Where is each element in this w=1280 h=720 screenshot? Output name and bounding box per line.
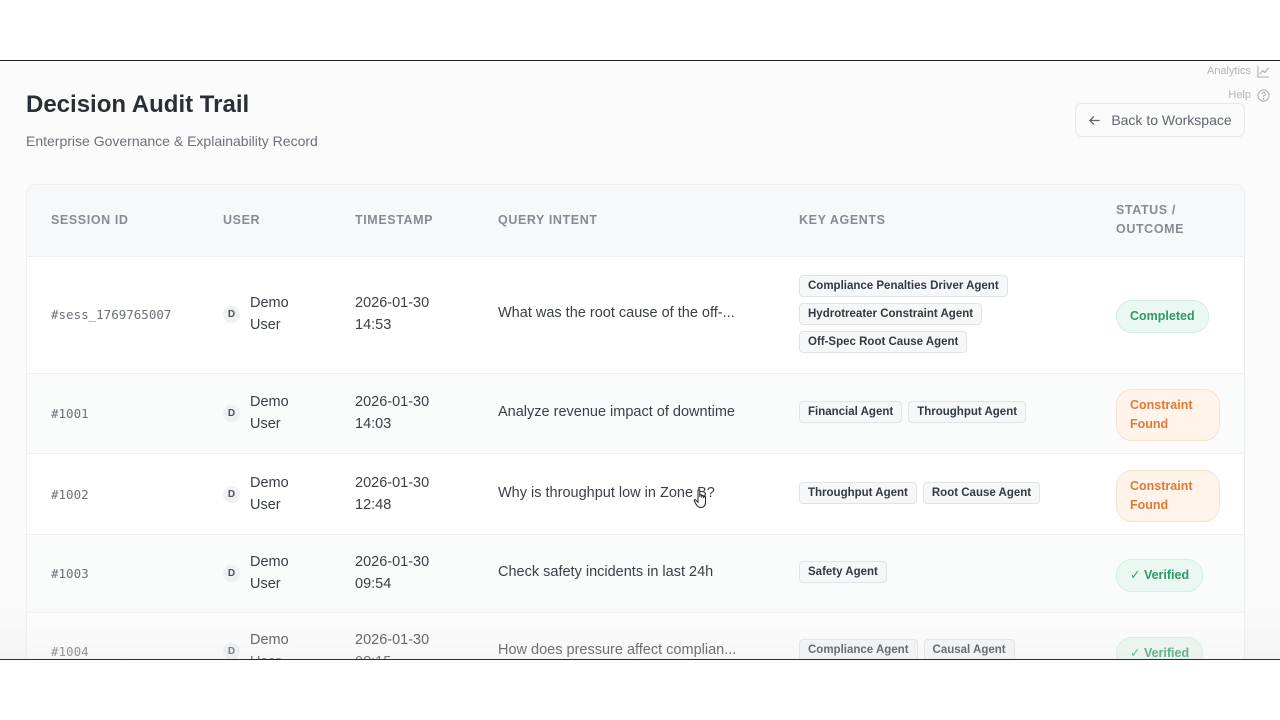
user-name: DemoUser xyxy=(250,554,289,592)
avatar: D xyxy=(223,305,240,323)
query-intent: Why is throughput low in Zone B? xyxy=(498,485,715,501)
agent-chip: Causal Agent xyxy=(923,639,1015,660)
agent-list: Throughput Agent Root Cause Agent xyxy=(799,482,1069,504)
agent-chip: Root Cause Agent xyxy=(922,482,1041,504)
session-id: #1001 xyxy=(51,406,89,421)
agent-list: Safety Agent xyxy=(799,561,1069,583)
user-name: DemoUser xyxy=(250,632,289,660)
table-row[interactable]: #1003 D Demo User 2026-01-30 09:54 Check s… xyxy=(27,535,1244,613)
help-circle-icon xyxy=(1257,88,1270,102)
status-badge: Completed xyxy=(1116,300,1209,333)
agent-list: Compliance Penalties Driver Agent Hydrot… xyxy=(799,275,1069,353)
avatar: D xyxy=(223,642,240,660)
hand-cursor-icon xyxy=(693,489,706,509)
agent-chip: Hydrotreater Constraint Agent xyxy=(799,303,983,325)
page-title: Decision Audit Trail xyxy=(26,91,250,118)
agent-chip: Safety Agent xyxy=(799,561,887,583)
agent-chip: Compliance Agent xyxy=(799,639,918,660)
timestamp: 2026-01-30 14:03 xyxy=(355,394,430,432)
timestamp: 2026-01-30 12:48 xyxy=(355,475,430,513)
col-user[interactable]: USER xyxy=(223,211,260,230)
status-badge: ✓ Verified xyxy=(1116,559,1204,592)
back-button-label: Back to Workspace xyxy=(1111,112,1232,128)
col-timestamp[interactable]: TIMESTAMP xyxy=(355,211,433,230)
agent-list: Financial Agent Throughput Agent xyxy=(799,401,1069,423)
session-id: #sess_1769765007 xyxy=(51,307,172,322)
table-header: SESSION ID USER TIMESTAMP QUERY INTENT K… xyxy=(27,185,1244,257)
agent-chip: Financial Agent xyxy=(799,401,903,423)
session-id: #1004 xyxy=(51,644,89,659)
user-name: DemoUser xyxy=(250,295,289,333)
back-to-workspace-button[interactable]: Back to Workspace xyxy=(1075,103,1245,137)
agent-chip: Throughput Agent xyxy=(799,482,917,504)
chart-line-icon xyxy=(1257,65,1270,78)
col-session-id[interactable]: SESSION ID xyxy=(51,211,129,230)
user-cell: D DemoUser xyxy=(223,472,298,516)
user-name: DemoUser xyxy=(250,475,289,513)
status-badge: ✓ Verified xyxy=(1116,637,1204,660)
col-query-intent[interactable]: QUERY INTENT xyxy=(498,211,598,230)
avatar: D xyxy=(223,404,240,422)
user-cell: D DemoUser xyxy=(223,551,298,595)
table-row[interactable]: #1004 D DemoUser 2026-01-3008:15 How doe… xyxy=(27,613,1244,660)
table-row[interactable]: #1001 D Demo User 2026-01-30 14:03 Analyze… xyxy=(27,374,1244,454)
user-cell: D DemoUser xyxy=(223,292,298,336)
agent-chip: Throughput Agent xyxy=(908,401,1027,423)
arrow-left-icon xyxy=(1089,115,1101,125)
app-viewport: Analytics Help Decision Audit Trail Ente… xyxy=(0,60,1280,660)
query-intent: What was the root cause of the off-... xyxy=(498,305,735,321)
col-status-line1: STATUS / xyxy=(1116,203,1176,217)
analytics-link-label: Analytics xyxy=(1206,65,1251,77)
page-subtitle: Enterprise Governance & Explainability R… xyxy=(26,133,318,149)
agent-chip: Compliance Penalties Driver Agent xyxy=(799,275,1008,297)
agent-list: Compliance Agent Causal Agent xyxy=(799,639,1069,660)
analytics-link[interactable]: Analytics xyxy=(1206,61,1270,83)
timestamp: 2026-01-3008:15 xyxy=(355,632,430,660)
status-cell: ✓ Verified xyxy=(1116,637,1204,660)
user-cell: D DemoUser xyxy=(223,629,298,660)
top-links: Analytics Help xyxy=(1206,61,1270,107)
col-status-line2: OUTCOME xyxy=(1116,222,1185,236)
avatar: D xyxy=(223,485,240,503)
session-id: #1003 xyxy=(51,566,89,581)
audit-table: SESSION ID USER TIMESTAMP QUERY INTENT K… xyxy=(26,184,1245,660)
query-intent: How does pressure affect complian... xyxy=(498,642,737,658)
query-intent: Check safety incidents in last 24h xyxy=(498,564,714,580)
table-row[interactable]: #sess_1769765007 D Demo User 2026-01-30 14… xyxy=(27,257,1244,374)
col-key-agents[interactable]: KEY AGENTS xyxy=(799,211,886,230)
status-badge: Constraint Found xyxy=(1116,389,1220,441)
session-id: #1002 xyxy=(51,487,89,502)
status-cell: Constraint Found xyxy=(1116,470,1220,522)
avatar: D xyxy=(223,564,240,582)
col-status-outcome[interactable]: STATUS / OUTCOME xyxy=(1116,201,1184,239)
status-badge: Constraint Found xyxy=(1116,470,1220,522)
timestamp: 2026-01-30 09:54 xyxy=(355,554,430,592)
agent-chip: Off-Spec Root Cause Agent xyxy=(799,331,968,353)
help-link-label: Help xyxy=(1228,89,1251,101)
table-row[interactable]: #1002 D Demo User 2026-01-30 12:48 Why is … xyxy=(27,454,1244,535)
frame-border xyxy=(0,659,1280,660)
timestamp: 2026-01-30 14:53 xyxy=(355,295,430,333)
status-cell: ✓ Verified xyxy=(1116,559,1204,592)
user-cell: D DemoUser xyxy=(223,391,298,435)
status-cell: Constraint Found xyxy=(1116,389,1220,441)
query-intent: Analyze revenue impact of downtime xyxy=(498,404,735,420)
user-name: DemoUser xyxy=(250,394,289,432)
status-cell: Completed xyxy=(1116,300,1209,333)
